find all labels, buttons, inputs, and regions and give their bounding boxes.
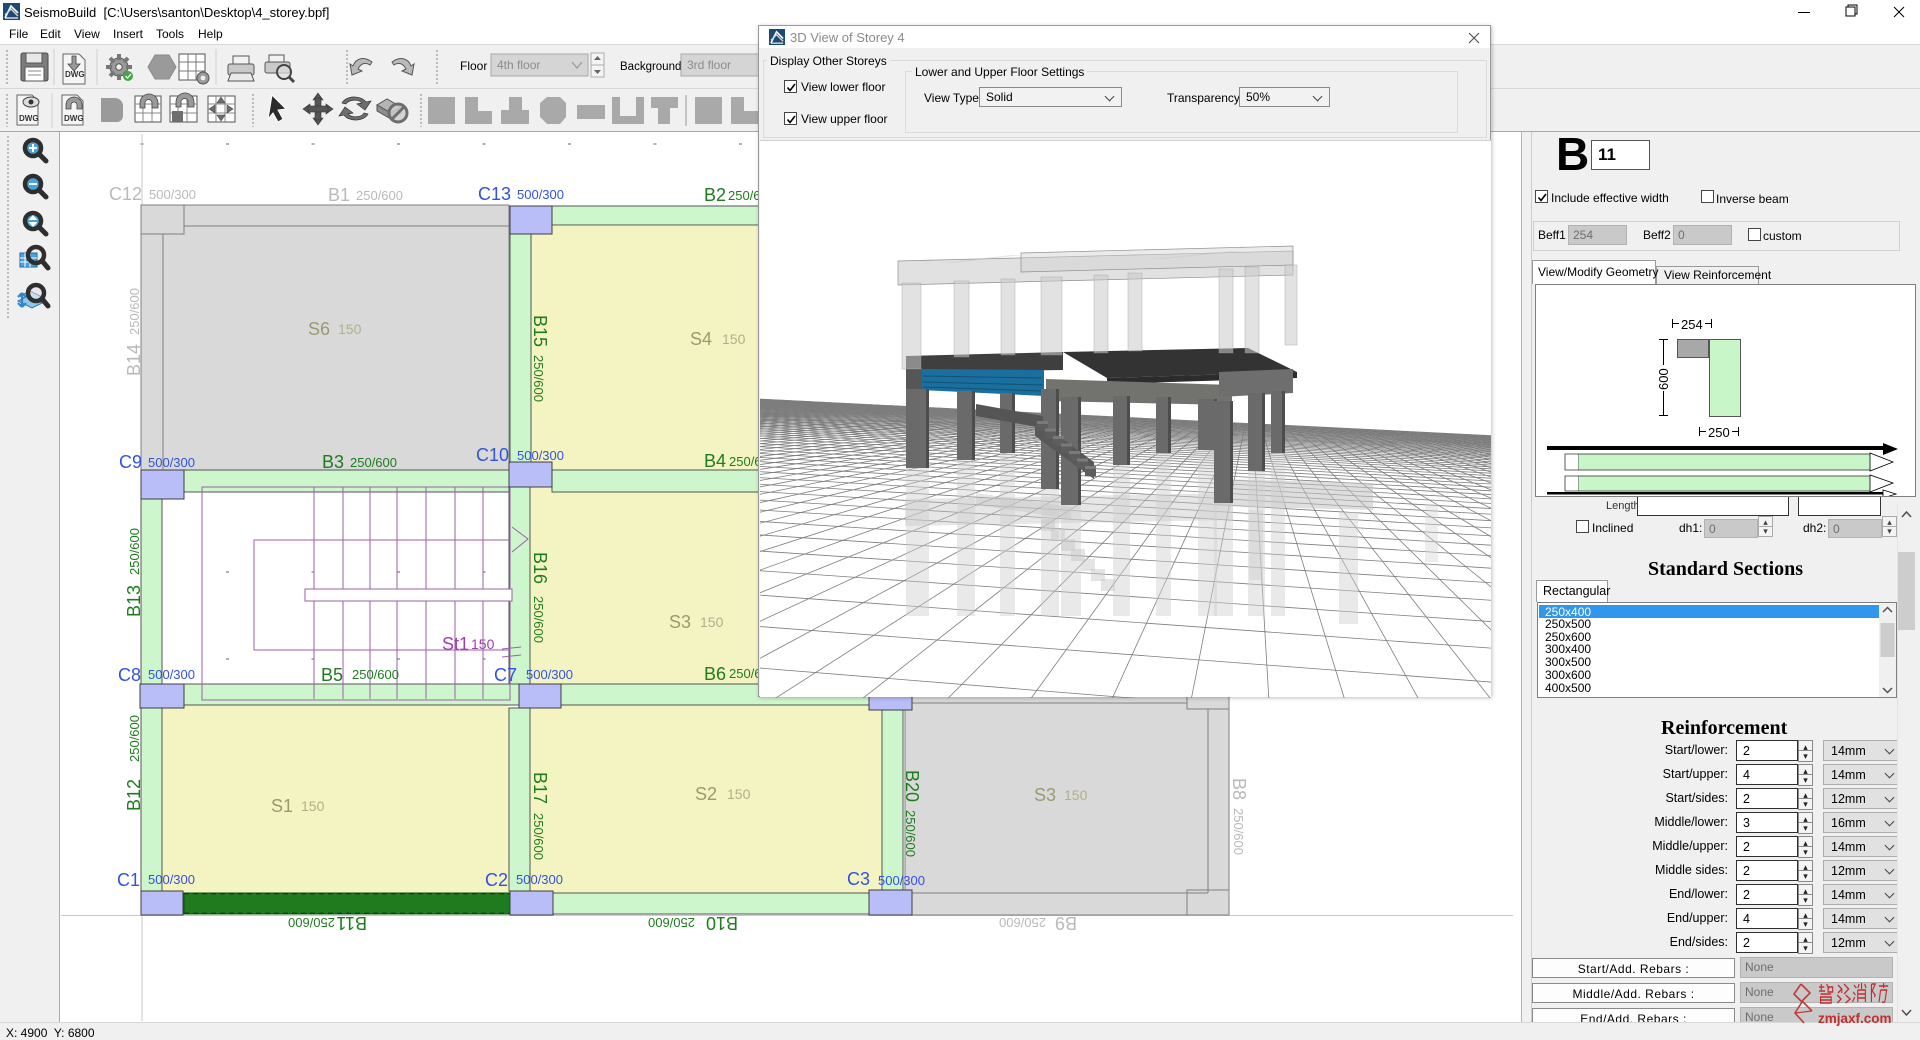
svg-text:DWG: DWG: [64, 114, 84, 123]
svg-text:B17: B17: [530, 772, 550, 804]
svg-text:B11: B11: [336, 913, 367, 933]
svg-text:250/600: 250/600: [648, 915, 695, 930]
svg-text:254: 254: [1681, 317, 1703, 332]
svg-text:500/300: 500/300: [878, 873, 925, 888]
svg-text:Background: Background: [620, 61, 681, 73]
svg-text:500/300: 500/300: [148, 872, 195, 887]
svg-text:C8: C8: [118, 665, 141, 685]
svg-text:B4: B4: [704, 451, 726, 471]
svg-text:B13: B13: [124, 585, 144, 617]
svg-text:500/300: 500/300: [149, 187, 196, 202]
svg-text:250/600: 250/600: [999, 915, 1046, 930]
svg-text:250/600: 250/600: [127, 288, 142, 335]
svg-text:B6: B6: [704, 664, 726, 684]
svg-text:250/600: 250/600: [288, 915, 335, 930]
svg-text:250/600: 250/600: [1231, 808, 1246, 855]
svg-text:C1: C1: [117, 870, 140, 890]
svg-text:250/600: 250/600: [531, 596, 546, 643]
svg-text:C9: C9: [119, 452, 142, 472]
svg-text:B5: B5: [321, 665, 343, 685]
svg-text:B3: B3: [322, 452, 344, 472]
svg-text:150: 150: [1064, 787, 1088, 803]
svg-text:B16: B16: [530, 552, 550, 584]
svg-text:S6: S6: [308, 319, 330, 339]
svg-text:B2: B2: [704, 185, 726, 205]
svg-text:B12: B12: [124, 779, 144, 811]
svg-text:DWG: DWG: [65, 70, 85, 79]
svg-text:500/300: 500/300: [517, 187, 564, 202]
svg-text:St1: St1: [442, 634, 469, 654]
svg-text:S3: S3: [1034, 785, 1056, 805]
svg-text:B9: B9: [1055, 913, 1077, 933]
svg-text:C7: C7: [494, 665, 517, 685]
svg-text:250/600: 250/600: [531, 355, 546, 402]
svg-text:250: 250: [1708, 425, 1730, 440]
svg-text:500/300: 500/300: [516, 872, 563, 887]
svg-text:S4: S4: [690, 329, 712, 349]
svg-text:250/600: 250/600: [352, 667, 399, 682]
svg-text:250/600: 250/600: [350, 455, 397, 470]
svg-text:S1: S1: [271, 796, 293, 816]
svg-text:B1: B1: [328, 185, 350, 205]
svg-text:500/300: 500/300: [526, 667, 573, 682]
svg-text:zmjaxf.com: zmjaxf.com: [1818, 1011, 1892, 1026]
svg-text:150: 150: [727, 786, 751, 802]
svg-text:B14: B14: [124, 344, 144, 376]
svg-text:150: 150: [722, 331, 746, 347]
svg-text:C10: C10: [476, 445, 509, 465]
svg-text:500/300: 500/300: [148, 667, 195, 682]
svg-text:C13: C13: [478, 184, 511, 204]
svg-text:C2: C2: [485, 870, 508, 890]
svg-text:Floor: Floor: [460, 59, 487, 73]
svg-text:250/600: 250/600: [531, 813, 546, 860]
svg-text:250/600: 250/600: [127, 528, 142, 575]
svg-text:C12: C12: [109, 184, 142, 204]
svg-text:150: 150: [471, 636, 495, 652]
svg-text:B8: B8: [1229, 778, 1249, 800]
svg-text:150: 150: [301, 798, 325, 814]
svg-text:B15: B15: [530, 315, 550, 347]
svg-text:500/300: 500/300: [148, 455, 195, 470]
svg-text:150: 150: [338, 321, 362, 337]
svg-text:C3: C3: [847, 869, 870, 889]
svg-text:150: 150: [700, 614, 724, 630]
svg-text:250/600: 250/600: [127, 715, 142, 762]
svg-text:250/600: 250/600: [903, 810, 918, 857]
svg-text:3rd floor: 3rd floor: [687, 58, 731, 72]
svg-text:500/300: 500/300: [517, 448, 564, 463]
svg-text:S3: S3: [669, 612, 691, 632]
svg-text:250/600: 250/600: [356, 188, 403, 203]
svg-text:B10: B10: [706, 913, 738, 933]
svg-text:S2: S2: [695, 784, 717, 804]
svg-text:DWG: DWG: [19, 114, 39, 123]
svg-text:B20: B20: [902, 770, 922, 802]
svg-text:4th floor: 4th floor: [497, 58, 540, 72]
svg-text:600: 600: [1656, 368, 1671, 390]
